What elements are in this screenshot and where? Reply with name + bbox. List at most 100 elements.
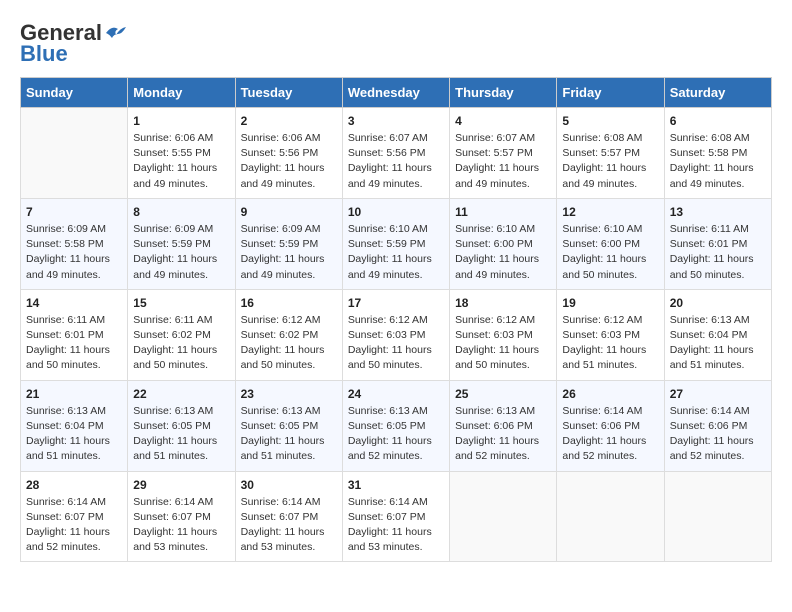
day-info: Sunrise: 6:12 AM Sunset: 6:02 PM Dayligh… [241, 313, 337, 374]
week-row-4: 21 Sunrise: 6:13 AM Sunset: 6:04 PM Dayli… [21, 380, 772, 471]
day-info: Sunrise: 6:06 AM Sunset: 5:55 PM Dayligh… [133, 131, 229, 192]
day-number: 14 [26, 296, 122, 310]
day-info: Sunrise: 6:11 AM Sunset: 6:02 PM Dayligh… [133, 313, 229, 374]
day-number: 8 [133, 205, 229, 219]
calendar-cell [557, 471, 664, 562]
calendar-cell: 4Sunrise: 6:07 AM Sunset: 5:57 PM Daylig… [450, 108, 557, 199]
day-number: 18 [455, 296, 551, 310]
calendar-cell: 9Sunrise: 6:09 AM Sunset: 5:59 PM Daylig… [235, 198, 342, 289]
calendar-cell: 20Sunrise: 6:13 AM Sunset: 6:04 PM Dayli… [664, 289, 771, 380]
day-info: Sunrise: 6:14 AM Sunset: 6:06 PM Dayligh… [670, 404, 766, 465]
day-info: Sunrise: 6:14 AM Sunset: 6:07 PM Dayligh… [133, 495, 229, 556]
day-info: Sunrise: 6:11 AM Sunset: 6:01 PM Dayligh… [670, 222, 766, 283]
day-info: Sunrise: 6:06 AM Sunset: 5:56 PM Dayligh… [241, 131, 337, 192]
calendar-cell: 11Sunrise: 6:10 AM Sunset: 6:00 PM Dayli… [450, 198, 557, 289]
calendar-cell: 18 Sunrise: 6:12 AM Sunset: 6:03 PM Dayli… [450, 289, 557, 380]
day-number: 1 [133, 114, 229, 128]
calendar-cell: 14 Sunrise: 6:11 AM Sunset: 6:01 PM Dayli… [21, 289, 128, 380]
calendar-cell: 28 Sunrise: 6:14 AM Sunset: 6:07 PM Dayli… [21, 471, 128, 562]
day-number: 28 [26, 478, 122, 492]
day-number: 3 [348, 114, 444, 128]
calendar-cell [21, 108, 128, 199]
calendar-cell: 31 Sunrise: 6:14 AM Sunset: 6:07 PM Dayli… [342, 471, 449, 562]
calendar-cell: 12Sunrise: 6:10 AM Sunset: 6:00 PM Dayli… [557, 198, 664, 289]
day-header-friday: Friday [557, 78, 664, 108]
day-number: 7 [26, 205, 122, 219]
calendar-cell: 27 Sunrise: 6:14 AM Sunset: 6:06 PM Dayli… [664, 380, 771, 471]
day-info: Sunrise: 6:13 AM Sunset: 6:04 PM Dayligh… [26, 404, 122, 465]
calendar-cell: 2Sunrise: 6:06 AM Sunset: 5:56 PM Daylig… [235, 108, 342, 199]
day-number: 15 [133, 296, 229, 310]
calendar-cell: 24 Sunrise: 6:13 AM Sunset: 6:05 PM Dayli… [342, 380, 449, 471]
calendar-cell: 25 Sunrise: 6:13 AM Sunset: 6:06 PM Dayli… [450, 380, 557, 471]
calendar-cell: 7 Sunrise: 6:09 AM Sunset: 5:58 PM Daylig… [21, 198, 128, 289]
logo-blue: Blue [20, 41, 68, 67]
day-number: 29 [133, 478, 229, 492]
day-info: Sunrise: 6:12 AM Sunset: 6:03 PM Dayligh… [562, 313, 658, 374]
calendar-table: SundayMondayTuesdayWednesdayThursdayFrid… [20, 77, 772, 562]
calendar-cell: 13 Sunrise: 6:11 AM Sunset: 6:01 PM Dayli… [664, 198, 771, 289]
day-info: Sunrise: 6:10 AM Sunset: 5:59 PM Dayligh… [348, 222, 444, 283]
day-number: 27 [670, 387, 766, 401]
calendar-cell: 29 Sunrise: 6:14 AM Sunset: 6:07 PM Dayli… [128, 471, 235, 562]
day-header-thursday: Thursday [450, 78, 557, 108]
week-row-2: 7 Sunrise: 6:09 AM Sunset: 5:58 PM Daylig… [21, 198, 772, 289]
day-info: Sunrise: 6:12 AM Sunset: 6:03 PM Dayligh… [455, 313, 551, 374]
calendar-cell: 15 Sunrise: 6:11 AM Sunset: 6:02 PM Dayli… [128, 289, 235, 380]
calendar-cell: 8 Sunrise: 6:09 AM Sunset: 5:59 PM Daylig… [128, 198, 235, 289]
day-info: Sunrise: 6:07 AM Sunset: 5:56 PM Dayligh… [348, 131, 444, 192]
day-info: Sunrise: 6:08 AM Sunset: 5:58 PM Dayligh… [670, 131, 766, 192]
day-info: Sunrise: 6:14 AM Sunset: 6:07 PM Dayligh… [348, 495, 444, 556]
calendar-cell: 1 Sunrise: 6:06 AM Sunset: 5:55 PM Daylig… [128, 108, 235, 199]
day-number: 20 [670, 296, 766, 310]
day-info: Sunrise: 6:09 AM Sunset: 5:59 PM Dayligh… [133, 222, 229, 283]
day-info: Sunrise: 6:13 AM Sunset: 6:05 PM Dayligh… [348, 404, 444, 465]
day-info: Sunrise: 6:10 AM Sunset: 6:00 PM Dayligh… [455, 222, 551, 283]
day-info: Sunrise: 6:11 AM Sunset: 6:01 PM Dayligh… [26, 313, 122, 374]
day-header-tuesday: Tuesday [235, 78, 342, 108]
calendar-cell: 3 Sunrise: 6:07 AM Sunset: 5:56 PM Daylig… [342, 108, 449, 199]
day-info: Sunrise: 6:09 AM Sunset: 5:58 PM Dayligh… [26, 222, 122, 283]
day-number: 17 [348, 296, 444, 310]
day-info: Sunrise: 6:14 AM Sunset: 6:07 PM Dayligh… [241, 495, 337, 556]
calendar-cell: 23Sunrise: 6:13 AM Sunset: 6:05 PM Dayli… [235, 380, 342, 471]
calendar-cell [664, 471, 771, 562]
logo: General Blue [20, 20, 126, 67]
calendar-cell: 6 Sunrise: 6:08 AM Sunset: 5:58 PM Daylig… [664, 108, 771, 199]
day-number: 5 [562, 114, 658, 128]
day-info: Sunrise: 6:08 AM Sunset: 5:57 PM Dayligh… [562, 131, 658, 192]
calendar-cell [450, 471, 557, 562]
day-info: Sunrise: 6:13 AM Sunset: 6:05 PM Dayligh… [133, 404, 229, 465]
day-info: Sunrise: 6:14 AM Sunset: 6:06 PM Dayligh… [562, 404, 658, 465]
day-info: Sunrise: 6:14 AM Sunset: 6:07 PM Dayligh… [26, 495, 122, 556]
day-number: 4 [455, 114, 551, 128]
day-header-sunday: Sunday [21, 78, 128, 108]
day-number: 13 [670, 205, 766, 219]
day-number: 6 [670, 114, 766, 128]
day-number: 9 [241, 205, 337, 219]
page-header: General Blue [20, 20, 772, 67]
day-header-wednesday: Wednesday [342, 78, 449, 108]
day-number: 31 [348, 478, 444, 492]
calendar-cell: 22 Sunrise: 6:13 AM Sunset: 6:05 PM Dayli… [128, 380, 235, 471]
day-number: 10 [348, 205, 444, 219]
day-number: 21 [26, 387, 122, 401]
calendar-cell: 17 Sunrise: 6:12 AM Sunset: 6:03 PM Dayli… [342, 289, 449, 380]
calendar-cell: 21 Sunrise: 6:13 AM Sunset: 6:04 PM Dayli… [21, 380, 128, 471]
week-row-5: 28 Sunrise: 6:14 AM Sunset: 6:07 PM Dayli… [21, 471, 772, 562]
calendar-header-row: SundayMondayTuesdayWednesdayThursdayFrid… [21, 78, 772, 108]
calendar-cell: 26Sunrise: 6:14 AM Sunset: 6:06 PM Dayli… [557, 380, 664, 471]
calendar-cell: 10 Sunrise: 6:10 AM Sunset: 5:59 PM Dayli… [342, 198, 449, 289]
calendar-cell: 5 Sunrise: 6:08 AM Sunset: 5:57 PM Daylig… [557, 108, 664, 199]
day-number: 25 [455, 387, 551, 401]
day-header-monday: Monday [128, 78, 235, 108]
day-number: 30 [241, 478, 337, 492]
day-number: 12 [562, 205, 658, 219]
day-number: 22 [133, 387, 229, 401]
calendar-cell: 16Sunrise: 6:12 AM Sunset: 6:02 PM Dayli… [235, 289, 342, 380]
day-info: Sunrise: 6:13 AM Sunset: 6:05 PM Dayligh… [241, 404, 337, 465]
week-row-3: 14 Sunrise: 6:11 AM Sunset: 6:01 PM Dayli… [21, 289, 772, 380]
day-number: 24 [348, 387, 444, 401]
day-info: Sunrise: 6:13 AM Sunset: 6:06 PM Dayligh… [455, 404, 551, 465]
day-info: Sunrise: 6:12 AM Sunset: 6:03 PM Dayligh… [348, 313, 444, 374]
